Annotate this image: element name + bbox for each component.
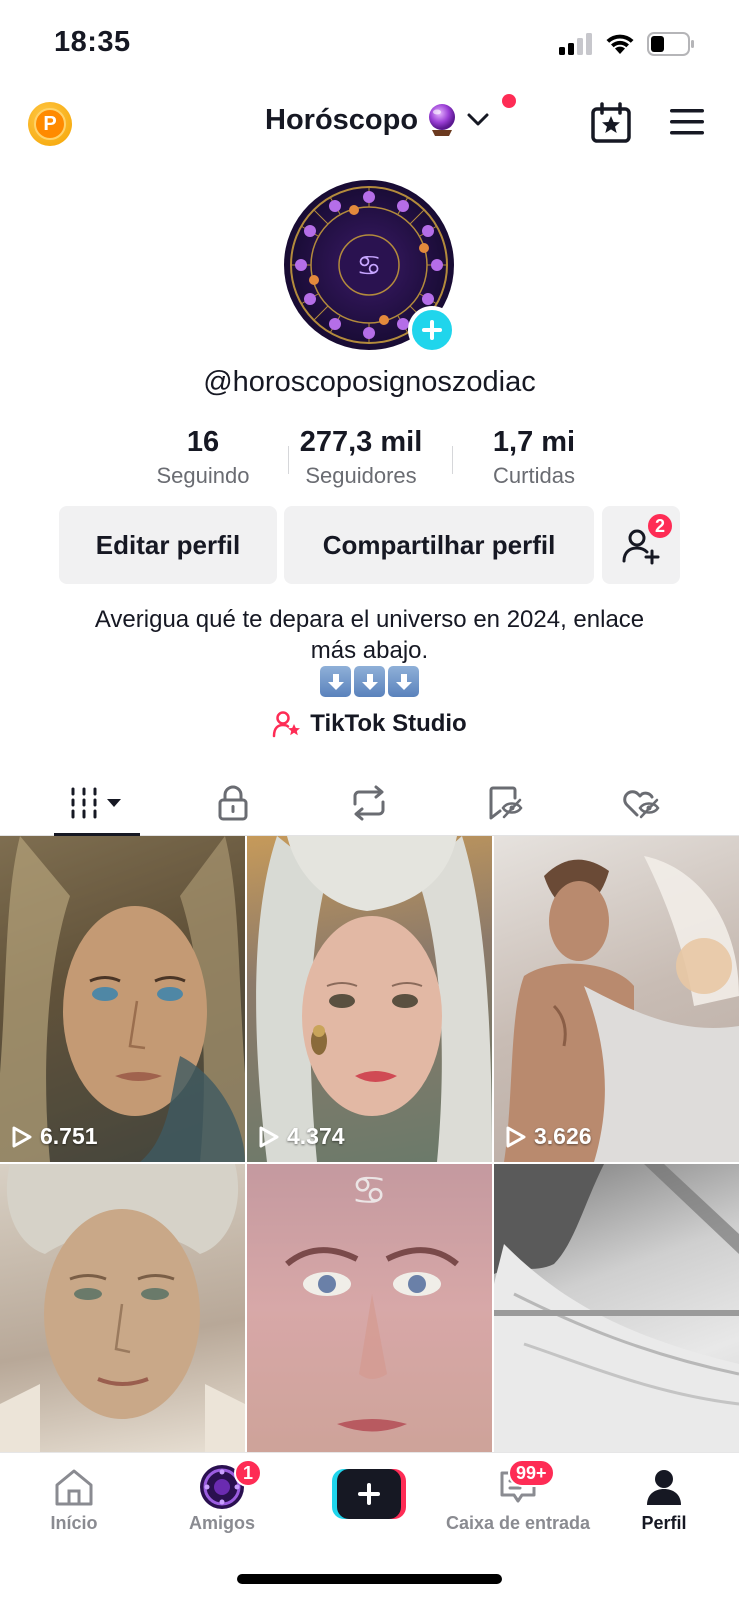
share-profile-button[interactable]: Compartilhar perfil (284, 506, 594, 584)
bio: Averigua qué te depara el universo en 20… (60, 604, 679, 666)
repost-icon (353, 785, 385, 821)
notification-dot (502, 94, 516, 108)
svg-text:♋: ♋ (351, 1168, 387, 1214)
heart-hidden-icon (623, 790, 660, 819)
stat-value: 277,3 mil (299, 426, 423, 458)
view-count-value: 3.626 (534, 1123, 592, 1149)
nav-home[interactable]: Início (4, 1465, 144, 1534)
create-button[interactable] (332, 1469, 406, 1519)
view-count-value: 6.751 (40, 1123, 98, 1149)
nav-profile[interactable]: Perfil (594, 1465, 734, 1534)
lock-icon (218, 785, 248, 821)
stat-label: Seguidores (305, 463, 417, 488)
portrait-man-image (0, 1164, 245, 1452)
add-avatar-button[interactable] (408, 306, 456, 354)
battery-icon (647, 32, 694, 56)
bio-arrows (0, 666, 739, 697)
stat-label: Seguindo (156, 463, 250, 488)
studio-label: TikTok Studio (310, 710, 467, 737)
profile-icon (647, 1470, 681, 1505)
create-plus-icon (332, 1469, 406, 1519)
plus-icon (422, 320, 442, 340)
friends-nav-badge: 1 (234, 1459, 262, 1487)
tab-liked[interactable] (598, 770, 684, 836)
nav-friends[interactable]: 1 Amigos (152, 1459, 292, 1534)
video-grid: 6.751 4.374 3.626 ♋ (0, 836, 739, 1452)
crystal-ball-icon (429, 104, 456, 136)
stat-value: 1,7 mi (492, 426, 576, 458)
down-arrow-icon (354, 666, 385, 697)
menu-icon[interactable] (668, 106, 706, 138)
bio-line: Averigua qué te depara el universo en 20… (94, 606, 645, 633)
account-switcher[interactable]: Horóscopo (265, 102, 490, 138)
tiktok-studio-link[interactable]: TikTok Studio (0, 710, 739, 738)
coin-icon[interactable]: P (28, 102, 72, 146)
friends-badge: 2 (646, 512, 674, 540)
stat-divider (288, 446, 289, 474)
stat-following[interactable]: 16 Seguindo (140, 426, 266, 489)
sculpture-image (494, 1164, 739, 1452)
add-friends-button[interactable]: 2 (602, 506, 680, 584)
view-count: 4.374 (259, 1123, 345, 1150)
portrait-woman-image (0, 836, 245, 1162)
profile-header: P Horóscopo (0, 92, 739, 156)
calendar-star-icon[interactable] (590, 102, 632, 144)
home-icon (55, 1469, 93, 1506)
stat-likes[interactable]: 1,7 mi Curtidas (474, 426, 594, 489)
bio-line: más abajo. (310, 637, 429, 664)
video-thumbnail[interactable] (494, 1164, 739, 1452)
status-bar: 18:35 (0, 0, 739, 90)
edit-profile-button[interactable]: Editar perfil (59, 506, 277, 584)
video-thumbnail[interactable]: 6.751 (0, 836, 245, 1162)
stat-divider (452, 446, 453, 474)
video-thumbnail[interactable] (0, 1164, 245, 1452)
username: @horoscoposignoszodiac (203, 366, 536, 398)
play-icon (12, 1126, 32, 1147)
creator-star-icon (273, 711, 301, 738)
play-icon (259, 1126, 279, 1147)
wifi-icon (606, 34, 634, 54)
tab-private[interactable] (190, 770, 276, 836)
view-count-value: 4.374 (287, 1123, 345, 1149)
grid-icon (71, 787, 121, 819)
status-icons (559, 32, 695, 56)
view-count: 6.751 (12, 1123, 98, 1150)
nav-label: Caixa de entrada (445, 1513, 591, 1533)
stat-value: 16 (186, 426, 220, 458)
tab-favorites[interactable] (462, 770, 548, 836)
tab-reposts[interactable] (326, 770, 412, 836)
nav-inbox[interactable]: 99+ Caixa de entrada (438, 1459, 598, 1534)
status-time: 18:35 (54, 26, 131, 58)
portrait-woman-image (256, 836, 492, 1162)
play-icon (506, 1126, 526, 1147)
profile-tabs (0, 770, 739, 836)
account-name: Horóscopo (265, 103, 419, 136)
inbox-badge: 99+ (508, 1459, 555, 1487)
nav-label: Amigos (188, 1513, 255, 1533)
chevron-down-icon (467, 113, 489, 126)
video-thumbnail[interactable]: 4.374 (247, 836, 492, 1162)
signal-icon (559, 33, 592, 55)
svg-text:♋: ♋ (356, 249, 381, 282)
nav-label: Início (50, 1513, 98, 1533)
coin-letter: P (34, 108, 66, 140)
angel-man-image (504, 856, 739, 1162)
view-count: 3.626 (506, 1123, 592, 1150)
stat-followers[interactable]: 277,3 mil Seguidores (290, 426, 432, 489)
down-arrow-icon (320, 666, 351, 697)
video-thumbnail[interactable]: 3.626 (494, 836, 739, 1162)
stat-label: Curtidas (493, 463, 575, 488)
down-arrow-icon (388, 666, 419, 697)
bookmark-hidden-icon (489, 786, 523, 820)
profile-stats: 16 Seguindo 277,3 mil Seguidores 1,7 mi … (140, 426, 590, 496)
video-thumbnail[interactable]: ♋ (247, 1164, 492, 1452)
nav-label: Perfil (641, 1513, 687, 1533)
home-indicator (237, 1574, 502, 1584)
tab-videos[interactable] (54, 770, 140, 836)
portrait-woman-image: ♋ (247, 1164, 492, 1452)
